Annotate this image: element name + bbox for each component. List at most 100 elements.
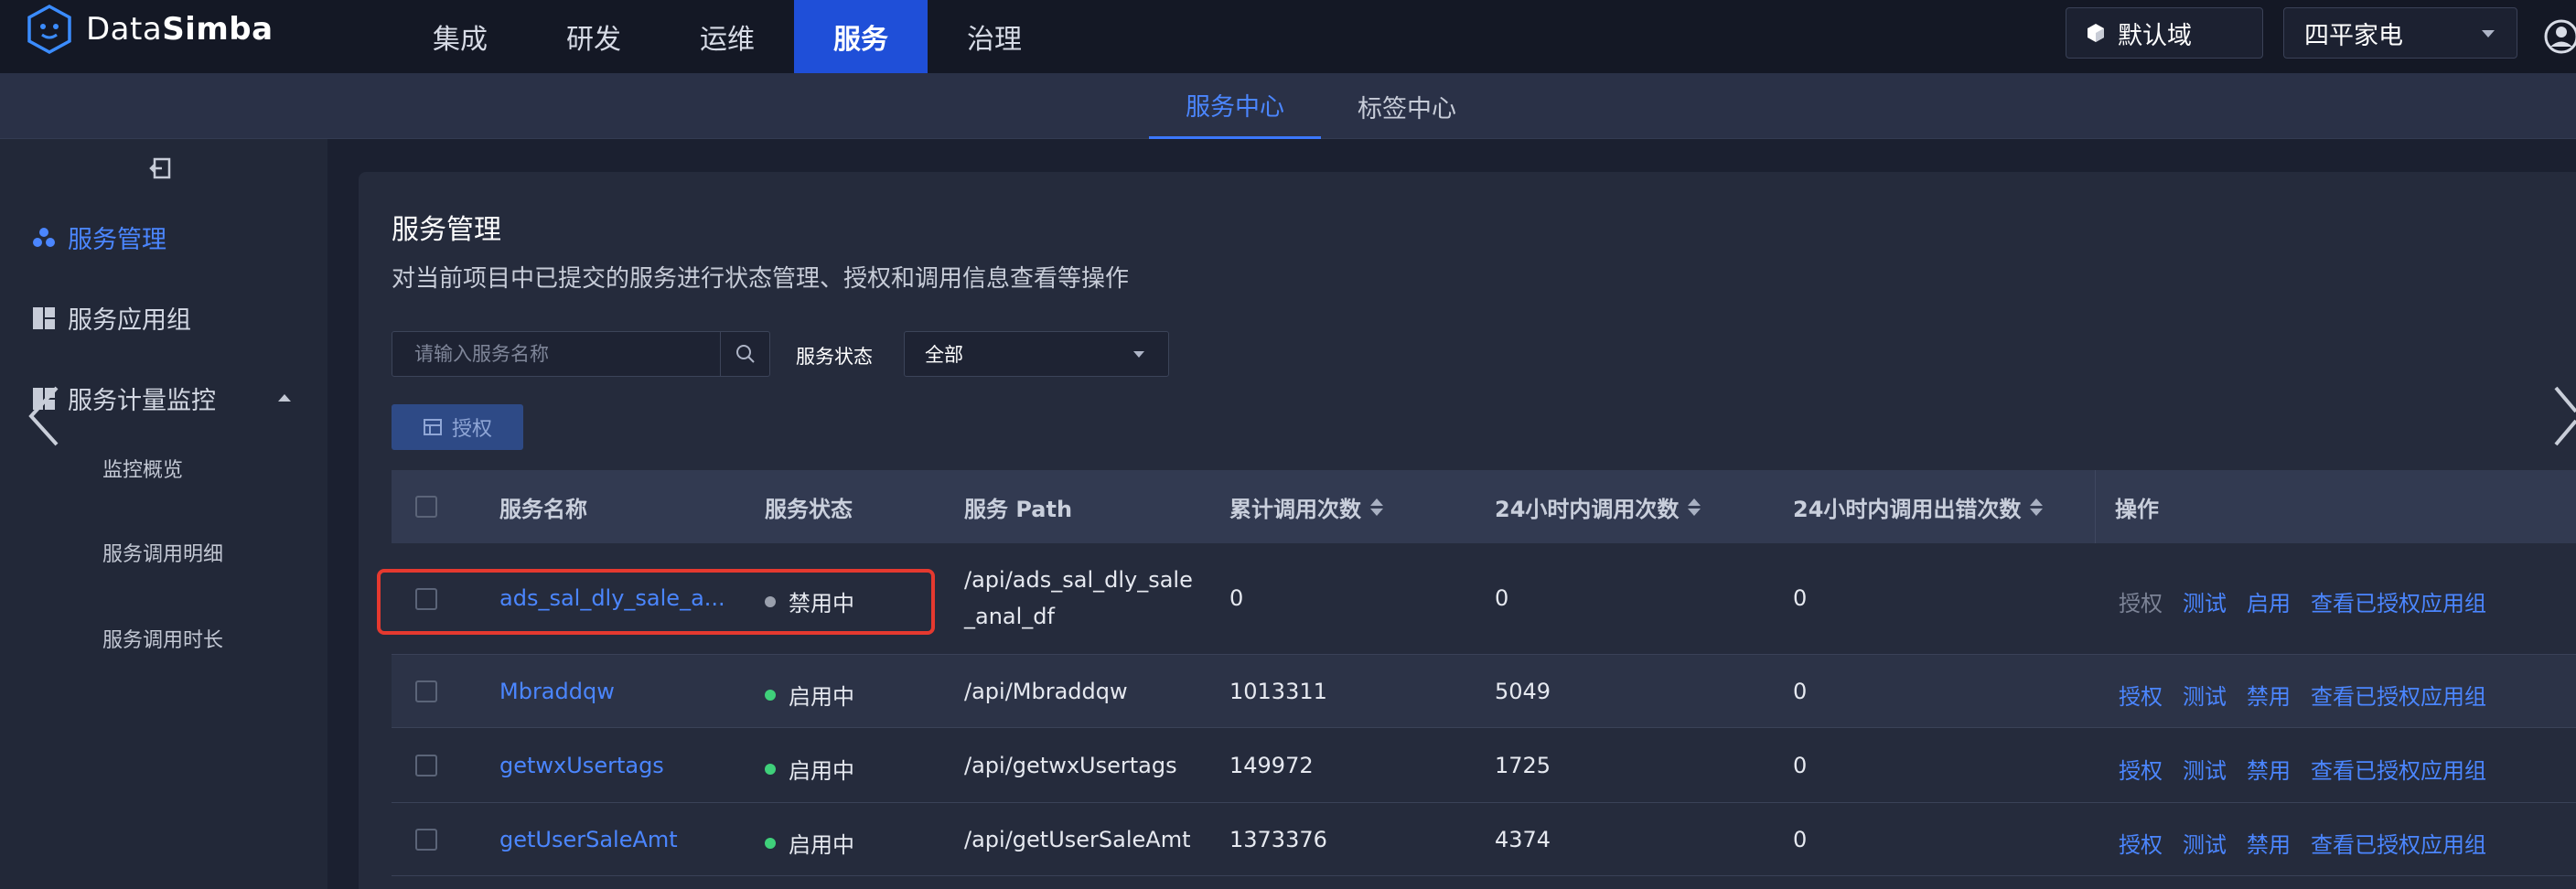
service-name-link[interactable]: ads_sal_dly_sale_a... bbox=[499, 585, 725, 611]
service-name-link[interactable]: getUserSaleAmt bbox=[499, 827, 678, 852]
sort-icon[interactable] bbox=[1688, 498, 1701, 516]
authorize-action[interactable]: 授权 bbox=[2119, 827, 2163, 859]
status-filter-select[interactable]: 全部 bbox=[904, 331, 1169, 377]
column-header-label: 累计调用次数 bbox=[1229, 496, 1361, 522]
nav-development[interactable]: 研发 bbox=[527, 0, 660, 73]
dashboard-icon bbox=[33, 306, 55, 329]
sidebar-item-service-management[interactable]: 服务管理 bbox=[31, 220, 166, 255]
nav-operations[interactable]: 运维 bbox=[660, 0, 794, 73]
sort-icon[interactable] bbox=[1370, 498, 1383, 516]
table-row: getwxUsertags 启用中 /api/getwxUsertags 149… bbox=[392, 728, 2576, 803]
authorize-icon bbox=[423, 419, 442, 435]
main-nav: 集成 研发 运维 服务 治理 bbox=[393, 0, 1061, 73]
sidebar-sub-monitor-overview[interactable]: 监控概览 bbox=[102, 454, 183, 483]
search-box bbox=[392, 331, 770, 377]
table-row: ads_sal_dly_sale_a... 禁用中 /api/ads_sal_d… bbox=[392, 543, 2576, 655]
nav-integration[interactable]: 集成 bbox=[393, 0, 527, 73]
sidebar-sub-call-duration[interactable]: 服务调用时长 bbox=[102, 624, 223, 653]
service-name-link[interactable]: getwxUsertags bbox=[499, 753, 664, 778]
service-path: /api/Mbraddqw bbox=[964, 679, 1128, 704]
status-text: 启用中 bbox=[789, 684, 854, 710]
sidebar-item-label: 服务管理 bbox=[68, 226, 166, 254]
disable-action[interactable]: 禁用 bbox=[2247, 827, 2291, 859]
row-select-cell bbox=[415, 829, 437, 851]
project-select[interactable]: 四平家电 bbox=[2283, 7, 2517, 59]
service-status: 禁用中 bbox=[765, 585, 854, 617]
collapse-sidebar-icon[interactable] bbox=[148, 155, 174, 181]
row-select-cell bbox=[415, 755, 437, 777]
status-dot-disabled bbox=[765, 595, 776, 607]
row-checkbox[interactable] bbox=[415, 588, 437, 610]
test-action[interactable]: 测试 bbox=[2183, 679, 2227, 711]
total-calls: 0 bbox=[1229, 585, 1244, 611]
calls-24h: 5049 bbox=[1495, 679, 1551, 704]
total-calls: 1013311 bbox=[1229, 679, 1327, 704]
sidebar-item-label: 服务应用组 bbox=[68, 306, 191, 335]
view-authorized-groups-action[interactable]: 查看已授权应用组 bbox=[2311, 827, 2486, 859]
status-filter-value: 全部 bbox=[925, 344, 963, 366]
chevron-down-icon bbox=[2482, 30, 2495, 37]
row-actions: 授权 测试 启用 查看已授权应用组 bbox=[2119, 585, 2506, 617]
authorize-action[interactable]: 授权 bbox=[2119, 753, 2163, 785]
page-title: 服务管理 bbox=[392, 214, 501, 246]
disable-action[interactable]: 禁用 bbox=[2247, 753, 2291, 785]
sidebar-sub-call-details[interactable]: 服务调用明细 bbox=[102, 538, 223, 567]
column-divider bbox=[2095, 470, 2096, 543]
column-header-name: 服务名称 bbox=[499, 496, 587, 522]
search-button[interactable] bbox=[720, 332, 769, 376]
service-status: 启用中 bbox=[765, 753, 854, 785]
user-avatar-icon[interactable] bbox=[2543, 18, 2576, 55]
row-checkbox[interactable] bbox=[415, 755, 437, 777]
sidebar-item-label: 服务计量监控 bbox=[68, 387, 216, 415]
column-header-path: 服务 Path bbox=[964, 496, 1073, 522]
disable-action[interactable]: 禁用 bbox=[2247, 679, 2291, 711]
batch-authorize-button[interactable]: 授权 bbox=[392, 404, 523, 450]
test-action[interactable]: 测试 bbox=[2183, 753, 2227, 785]
chevron-right-icon[interactable] bbox=[2552, 384, 2576, 448]
column-header-calls-24h[interactable]: 24小时内调用次数 bbox=[1495, 470, 1701, 543]
top-bar: DataSimba 集成 研发 运维 服务 治理 默认域 四平家电 bbox=[0, 0, 2576, 73]
view-authorized-groups-action[interactable]: 查看已授权应用组 bbox=[2311, 753, 2486, 785]
column-header-errors-24h[interactable]: 24小时内调用出错次数 bbox=[1793, 470, 2044, 543]
tab-service-center[interactable]: 服务中心 bbox=[1149, 73, 1321, 139]
nav-service[interactable]: 服务 bbox=[794, 0, 928, 73]
nav-governance[interactable]: 治理 bbox=[928, 0, 1061, 73]
chevron-left-icon[interactable] bbox=[26, 384, 62, 448]
status-text: 启用中 bbox=[789, 832, 854, 858]
test-action[interactable]: 测试 bbox=[2183, 585, 2227, 617]
sort-icon[interactable] bbox=[2030, 498, 2044, 516]
chevron-up-icon[interactable] bbox=[278, 394, 291, 402]
sidebar-item-app-group[interactable]: 服务应用组 bbox=[31, 300, 191, 336]
authorize-action[interactable]: 授权 bbox=[2119, 679, 2163, 711]
row-checkbox[interactable] bbox=[415, 829, 437, 851]
column-header-total-calls[interactable]: 累计调用次数 bbox=[1229, 470, 1383, 543]
calls-24h: 4374 bbox=[1495, 827, 1551, 852]
row-actions: 授权 测试 禁用 查看已授权应用组 bbox=[2119, 679, 2506, 711]
path-line: _anal_df bbox=[964, 604, 1055, 629]
status-text: 启用中 bbox=[789, 758, 854, 784]
search-input[interactable] bbox=[392, 332, 720, 376]
calls-24h: 1725 bbox=[1495, 753, 1551, 778]
select-all-checkbox[interactable] bbox=[415, 496, 437, 518]
logo[interactable]: DataSimba bbox=[26, 0, 274, 59]
page-description: 对当前项目中已提交的服务进行状态管理、授权和调用信息查看等操作 bbox=[392, 265, 1130, 293]
row-actions: 授权 测试 禁用 查看已授权应用组 bbox=[2119, 753, 2506, 785]
tab-tag-center[interactable]: 标签中心 bbox=[1321, 73, 1493, 139]
service-name-link[interactable]: Mbraddqw bbox=[499, 679, 615, 704]
column-header-label: 24小时内调用次数 bbox=[1495, 496, 1680, 522]
search-icon bbox=[735, 345, 755, 363]
service-path: /api/getwxUsertags bbox=[964, 753, 1177, 778]
column-header-status: 服务状态 bbox=[765, 496, 853, 522]
row-checkbox[interactable] bbox=[415, 680, 437, 702]
view-authorized-groups-action[interactable]: 查看已授权应用组 bbox=[2311, 679, 2486, 711]
errors-24h: 0 bbox=[1793, 585, 1808, 611]
test-action[interactable]: 测试 bbox=[2183, 827, 2227, 859]
total-calls: 149972 bbox=[1229, 753, 1314, 778]
service-status: 启用中 bbox=[765, 827, 854, 859]
domain-selector[interactable]: 默认域 bbox=[2066, 7, 2263, 59]
chevron-down-icon bbox=[1133, 351, 1144, 358]
view-authorized-groups-action[interactable]: 查看已授权应用组 bbox=[2311, 585, 2486, 617]
enable-action[interactable]: 启用 bbox=[2247, 585, 2291, 617]
errors-24h: 0 bbox=[1793, 679, 1808, 704]
table-row: Mbraddqw 启用中 /api/Mbraddqw 1013311 5049 … bbox=[392, 655, 2576, 728]
